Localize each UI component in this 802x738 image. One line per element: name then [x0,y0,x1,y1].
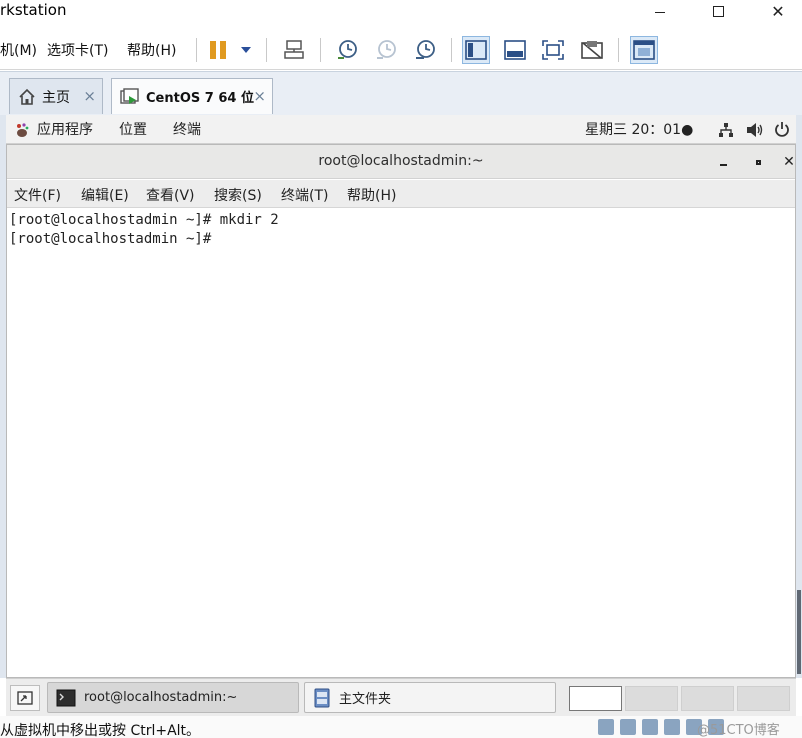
terminal-icon [56,689,76,706]
gnome-taskbar: root@localhostadmin:~ 主文件夹 [6,678,796,716]
toolbar-separator [618,38,619,62]
power-icon[interactable] [774,121,790,137]
workspace-2[interactable] [625,686,678,711]
vm-toolbar: 机(M) 选项卡(T) 帮助(H) [0,28,802,70]
terminal-minimize-button[interactable] [715,154,731,170]
gnome-applications-menu[interactable]: 应用程序 [37,119,93,139]
revert-snapshot-button[interactable] [372,36,400,64]
terminal-title: root@localhostadmin:~ [318,153,484,169]
taskbar-item-home-folder[interactable]: 主文件夹 [304,682,556,713]
tab-centos-close-icon[interactable]: × [253,87,266,105]
unity-button[interactable] [578,36,606,64]
taskbar-item-label: root@localhostadmin:~ [84,690,238,705]
terminal-prompt-line: [root@localhostadmin ~]# [9,231,220,247]
gnome-top-bar: 应用程序 位置 终端 星期三 20：01● [6,115,796,144]
workspace-1[interactable] [569,686,622,711]
terminal-menu-search[interactable]: 搜索(S) [214,185,262,205]
tab-home[interactable]: 主页 × [9,78,103,114]
vm-titlebar: rkstation ✕ [0,0,802,24]
close-icon: ✕ [783,154,795,170]
hard-disk-icon[interactable] [598,719,614,735]
snapshot-manager-button[interactable] [411,36,439,64]
menu-vm[interactable]: 机(M) [0,40,37,60]
toolbar-separator [266,38,267,62]
terminal-menu-file[interactable]: 文件(F) [14,185,61,205]
workspace-3[interactable] [681,686,734,711]
status-hint-text: 从虚拟机中移出或按 Ctrl+Alt。 [0,723,201,738]
file-cabinet-icon [314,688,330,707]
pause-button[interactable] [204,36,232,64]
thumbnail-bar-button[interactable] [501,36,529,64]
workspace-4[interactable] [737,686,790,711]
vm-window-title: rkstation [0,1,67,19]
vm-running-icon [120,87,139,104]
home-icon [19,88,35,105]
manage-clock-icon [416,40,435,59]
minimize-icon [719,163,727,166]
terminal-output[interactable]: [root@localhostadmin ~]# mkdir 2 [root@l… [7,209,795,677]
snapshot-button[interactable] [333,36,361,64]
fullscreen-button[interactable] [539,36,567,64]
snapshot-clock-icon [338,40,357,59]
gnome-foot-icon [17,123,29,137]
terminal-maximize-button[interactable] [750,154,766,170]
gnome-terminal-menu[interactable]: 终端 [173,119,201,139]
network-keyboard-icon [284,40,304,59]
network-adapter-icon[interactable] [642,719,658,735]
terminal-menubar: 文件(F) 编辑(E) 查看(V) 搜索(S) 终端(T) 帮助(H) [7,180,795,208]
bottom-panel-icon [504,40,526,60]
maximize-icon [712,5,724,17]
network-icon[interactable] [718,122,734,138]
volume-icon[interactable] [746,122,764,138]
sidebar-layout-icon [465,40,487,60]
close-icon: ✕ [771,1,785,21]
terminal-menu-view[interactable]: 查看(V) [146,185,195,205]
tab-centos-vm[interactable]: CentOS 7 64 位 × [111,78,273,114]
toolbar-separator [320,38,321,62]
terminal-menu-terminal[interactable]: 终端(T) [281,185,328,205]
terminal-window: root@localhostadmin:~ ✕ 文件(F) 编辑(E) 查看(V… [6,144,796,678]
terminal-menu-edit[interactable]: 编辑(E) [81,185,129,205]
tab-home-close-icon[interactable]: × [83,87,96,105]
send-ctrl-alt-del-button[interactable] [280,36,308,64]
console-window-icon [633,40,655,60]
terminal-menu-help[interactable]: 帮助(H) [347,185,396,205]
watermark: @51CTO博客 [697,723,780,738]
fullscreen-icon [542,40,564,60]
taskbar-item-label: 主文件夹 [339,692,392,707]
show-library-button[interactable] [462,36,490,64]
maximize-icon [755,159,761,165]
vm-status-bar: 从虚拟机中移出或按 Ctrl+Alt。 @51CTO博客 [0,716,802,738]
pause-icon [210,41,226,59]
tab-centos-label: CentOS 7 64 位 [146,91,254,106]
chevron-down-icon [241,47,251,53]
menu-help[interactable]: 帮助(H) [127,40,176,60]
revert-clock-icon [377,40,396,59]
cd-drive-icon[interactable] [620,719,636,735]
power-dropdown-button[interactable] [232,36,260,64]
tab-home-label: 主页 [42,89,70,106]
menu-tabs[interactable]: 选项卡(T) [47,40,108,60]
toolbar-separator [451,38,452,62]
console-view-button[interactable] [630,36,658,64]
minimize-icon [655,11,665,13]
gnome-clock[interactable]: 星期三 20：01● [585,119,693,139]
taskbar-item-terminal[interactable]: root@localhostadmin:~ [47,682,299,713]
show-desktop-button[interactable] [10,685,40,711]
terminal-header: root@localhostadmin:~ ✕ [7,145,795,179]
maximize-button[interactable] [698,0,738,22]
show-desktop-icon [17,691,33,705]
close-button[interactable]: ✕ [758,0,798,22]
vm-scrollbar-thumb[interactable] [797,590,801,674]
terminal-line: [root@localhostadmin ~]# mkdir 2 [9,212,279,228]
unity-icon [581,41,603,59]
gnome-places-menu[interactable]: 位置 [119,119,147,139]
toolbar-separator [196,38,197,62]
vm-tab-strip: 主页 × CentOS 7 64 位 × [0,71,802,115]
usb-icon[interactable] [664,719,680,735]
minimize-button[interactable] [640,0,680,22]
terminal-close-button[interactable]: ✕ [781,154,797,170]
